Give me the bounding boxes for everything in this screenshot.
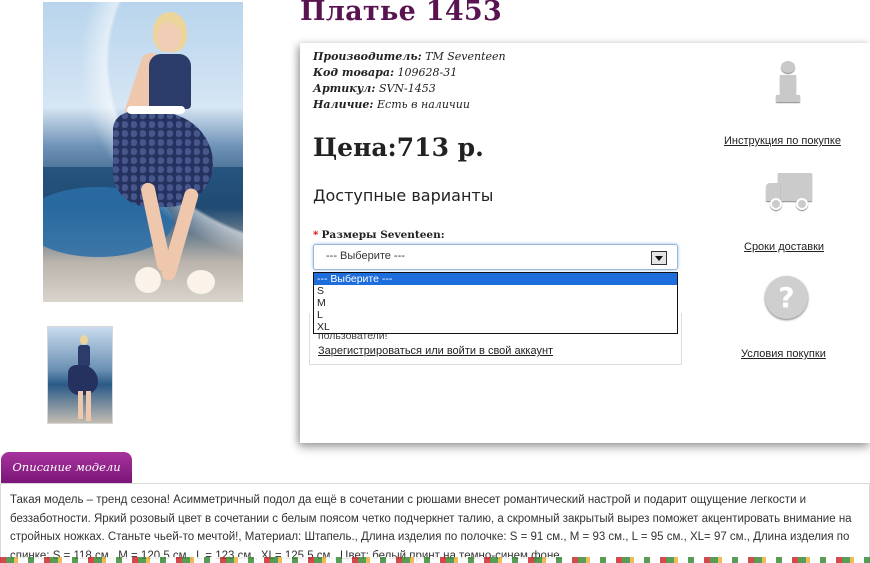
size-option-l[interactable]: L [314,309,677,321]
size-option-placeholder[interactable]: --- Выберите --- [314,273,677,285]
question-icon: ? [765,276,808,319]
manufacturer-row: Производитель: TM Seventeen [313,49,506,65]
info-icon [776,61,800,105]
availability-value: Есть в наличии [377,98,470,111]
size-select-value: --- Выберите --- [326,250,405,262]
size-option-m[interactable]: M [314,297,677,309]
size-select[interactable]: --- Выберите --- [313,244,678,270]
size-option-xl[interactable]: XL [314,321,677,333]
register-login-link[interactable]: Зарегистрироваться или войти в свой акка… [318,345,553,357]
product-code-row: Код товара: 109628-31 [313,65,506,81]
product-title: Платье 1453 [300,0,503,27]
article-value: SVN-1453 [378,82,436,95]
chevron-down-icon[interactable] [651,251,667,265]
description-box: Такая модель – тренд сезона! Асимметричн… [0,483,870,563]
product-code-label: Код товара: [313,66,395,79]
delivery-terms-link[interactable]: Сроки доставки [744,241,824,253]
tab-model-description[interactable]: Описание модели [1,452,132,483]
product-meta: Производитель: TM Seventeen Код товара: … [313,49,506,113]
thumbnail-model-figure [68,335,98,421]
description-text: Такая модель – тренд сезона! Асимметричн… [10,494,852,562]
availability-label: Наличие: [313,98,374,111]
manufacturer-value: TM Seventeen [425,50,506,63]
product-panel: Производитель: TM Seventeen Код товара: … [300,43,870,443]
purchase-instructions-link[interactable]: Инструкция по покупке [724,135,841,147]
size-option-s[interactable]: S [314,285,677,297]
size-dropdown-list[interactable]: --- Выберите --- S M L XL [313,272,678,334]
product-code-value: 109628-31 [397,66,458,79]
model-figure [113,12,233,302]
product-main-image[interactable] [43,2,243,302]
variants-heading: Доступные варианты [313,186,494,205]
purchase-conditions-link[interactable]: Условия покупки [741,348,826,360]
availability-row: Наличие: Есть в наличии [313,97,506,113]
manufacturer-label: Производитель: [313,50,422,63]
truck-icon [766,173,812,213]
size-label: * Размеры Seventeen: [313,229,445,241]
size-label-text: Размеры Seventeen: [321,229,445,241]
required-mark: * [313,229,319,241]
product-price: Цена:713 р. [313,133,484,162]
article-row: Артикул: SVN-1453 [313,81,506,97]
article-label: Артикул: [313,82,376,95]
product-thumbnail[interactable] [47,326,113,424]
decorative-garland [0,557,870,563]
